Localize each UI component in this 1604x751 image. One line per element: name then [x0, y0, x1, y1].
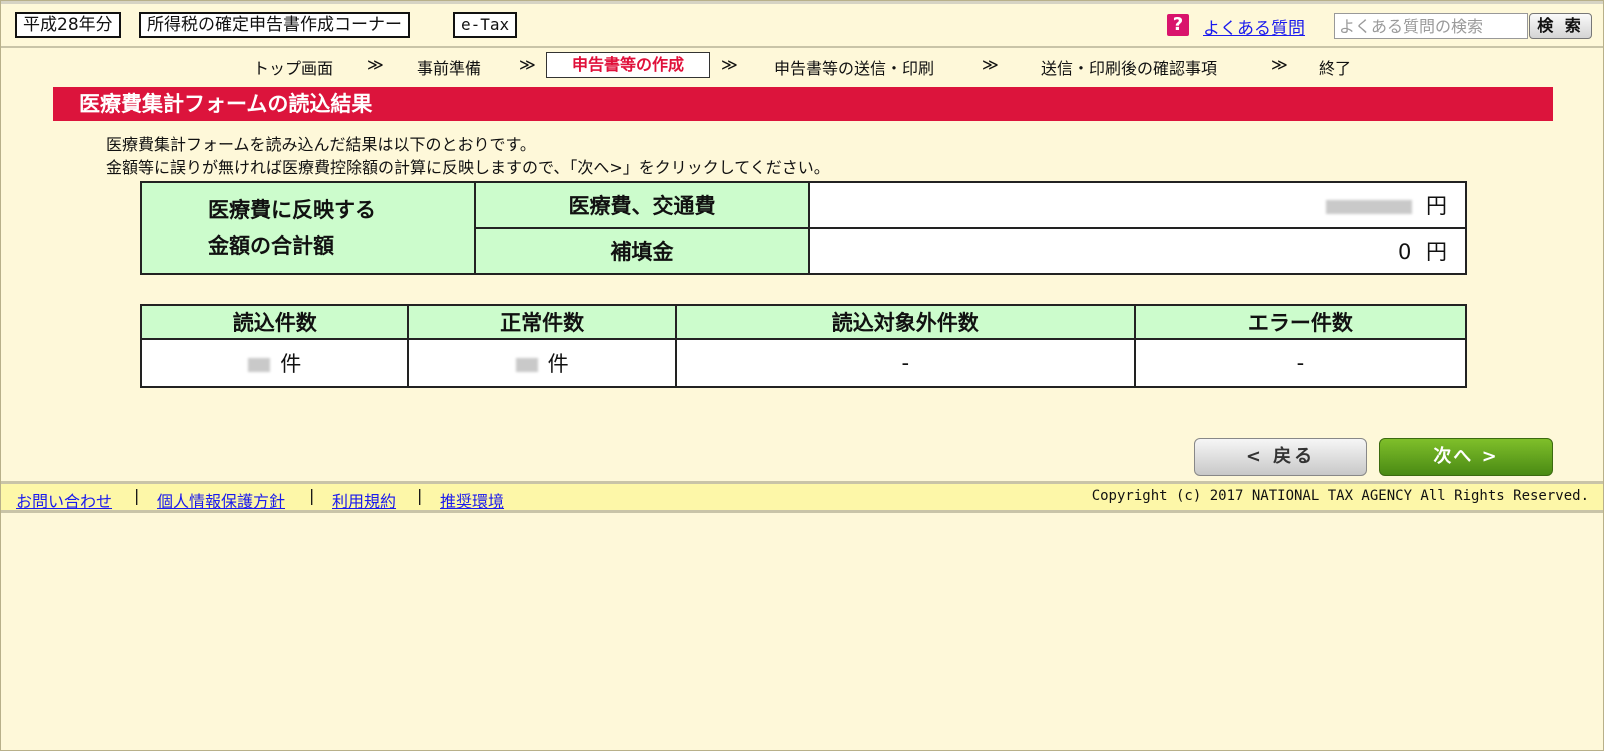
reimbursement-value: 0: [1397, 240, 1412, 264]
footer: お問い合わせ | 個人情報保護方針 | 利用規約 | 推奨環境 Copyrigh…: [1, 481, 1603, 513]
step-top: トップ画面: [253, 59, 334, 78]
corner-tag: 所得税の確定申告書作成コーナー: [139, 12, 410, 38]
search-button[interactable]: 検 索: [1529, 13, 1592, 39]
medical-label: 医療費、交通費: [474, 181, 810, 229]
footer-separator: |: [417, 486, 423, 505]
step-confirm: 送信・印刷後の確認事項: [1041, 59, 1218, 78]
faq-search-input[interactable]: [1334, 13, 1528, 39]
step-send-print: 申告書等の送信・印刷: [774, 59, 935, 78]
copyright-text: Copyright (c) 2017 NATIONAL TAX AGENCY A…: [1091, 488, 1589, 504]
read-count-cell: 件: [139, 338, 410, 388]
step-separator: ≫: [367, 55, 384, 74]
excluded-count-cell: -: [674, 338, 1136, 388]
question-icon[interactable]: ?: [1167, 14, 1189, 36]
reimbursement-value-cell: 0 円: [808, 227, 1467, 275]
redacted-count: [515, 358, 538, 372]
intro-text-line2: 金額等に誤りが無ければ医療費控除額の計算に反映しますので、「次へ>」をクリックし…: [106, 158, 830, 177]
footer-link-privacy[interactable]: 個人情報保護方針: [157, 488, 285, 512]
faq-link[interactable]: よくある質問: [1203, 14, 1305, 39]
footer-link-environment[interactable]: 推奨環境: [440, 488, 504, 512]
header-normal-count: 正常件数: [407, 304, 677, 340]
footer-link-contact[interactable]: お問い合わせ: [16, 488, 112, 512]
back-button[interactable]: < 戻る: [1194, 438, 1367, 476]
page-title: 医療費集計フォームの読込結果: [53, 87, 1553, 121]
error-count-cell: -: [1133, 338, 1468, 388]
medical-unit: 円: [1426, 194, 1447, 218]
step-separator: ≫: [519, 55, 536, 74]
read-count-unit: 件: [280, 352, 302, 376]
summary-row-header: 医療費に反映する 金額の合計額: [140, 181, 476, 275]
footer-separator: |: [134, 486, 140, 505]
normal-count-cell: 件: [407, 338, 677, 388]
intro-text-line1: 医療費集計フォームを読み込んだ結果は以下のとおりです。: [106, 135, 536, 154]
step-separator: ≫: [982, 55, 999, 74]
summary-header-line1: 医療費に反映する: [208, 198, 376, 222]
step-navigation: トップ画面 ≫ 事前準備 ≫ 申告書等の作成 ≫ 申告書等の送信・印刷 ≫ 送信…: [1, 52, 1604, 78]
step-preparation: 事前準備: [417, 59, 482, 78]
header-read-count: 読込件数: [139, 304, 410, 340]
reimbursement-label: 補填金: [474, 227, 810, 275]
step-create-current: 申告書等の作成: [546, 52, 710, 78]
normal-count-unit: 件: [547, 352, 569, 376]
summary-header-line2: 金額の合計額: [208, 234, 334, 258]
step-separator: ≫: [1271, 55, 1288, 74]
footer-separator: |: [309, 486, 315, 505]
etax-tag: e-Tax: [453, 12, 518, 38]
top-header: 平成28年分 所得税の確定申告書作成コーナー e-Tax ? よくある質問 検 …: [1, 1, 1603, 48]
count-table: 読込件数 正常件数 読込対象外件数 エラー件数 件 件 - -: [139, 304, 1468, 388]
year-tag: 平成28年分: [15, 12, 121, 38]
step-end: 終了: [1319, 59, 1352, 78]
amount-summary-table: 医療費に反映する 金額の合計額 医療費、交通費 円 補填金 0 円: [140, 181, 1467, 275]
medical-value-cell: 円: [808, 181, 1467, 229]
header-error-count: エラー件数: [1133, 304, 1468, 340]
header-excluded-count: 読込対象外件数: [674, 304, 1136, 340]
reimbursement-unit: 円: [1426, 240, 1447, 264]
redacted-count: [248, 358, 271, 372]
next-button[interactable]: 次へ >: [1379, 438, 1553, 476]
footer-link-terms[interactable]: 利用規約: [332, 488, 396, 512]
step-separator: ≫: [721, 55, 738, 74]
redacted-amount: [1326, 200, 1412, 214]
